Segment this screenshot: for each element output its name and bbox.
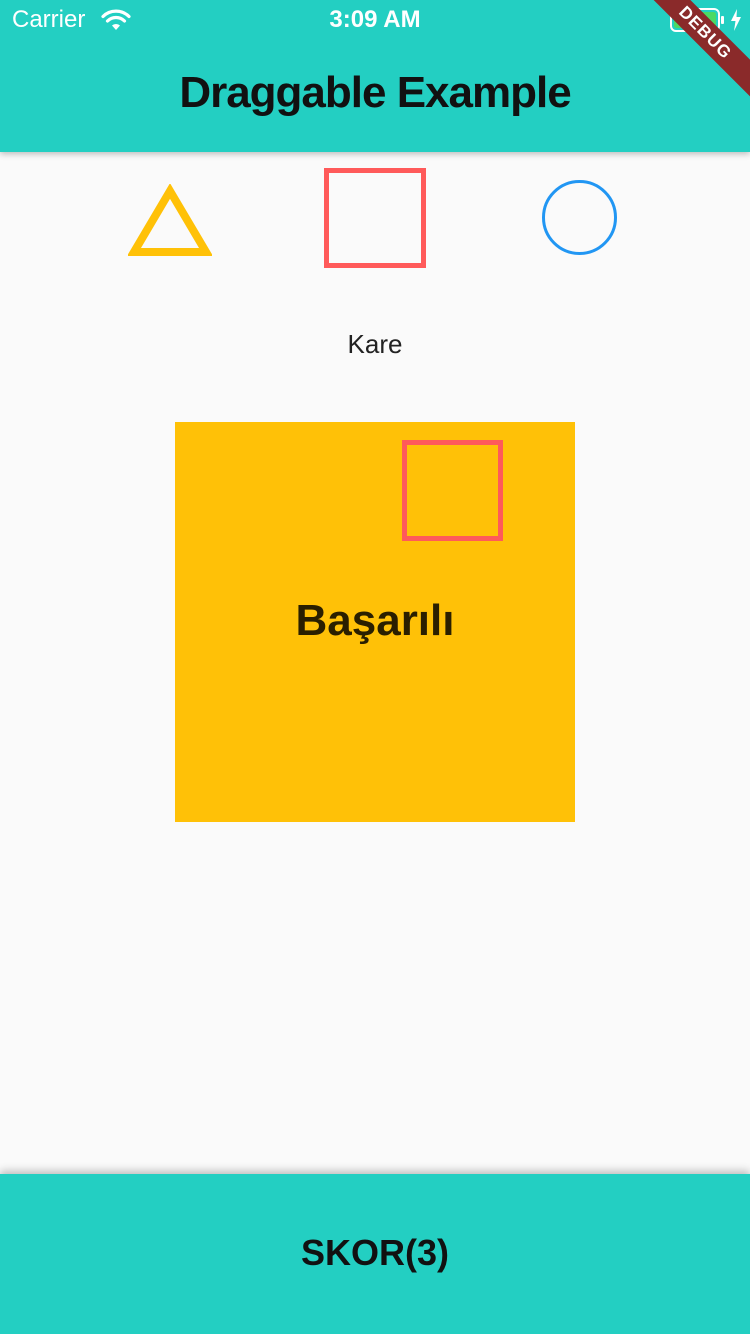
bottom-bar: SKOR(3) xyxy=(0,1174,750,1334)
debug-ribbon-label: DEBUG xyxy=(635,0,750,103)
score-label: SKOR(3) xyxy=(300,1232,449,1273)
dropped-square xyxy=(402,440,503,541)
result-text: Başarılı xyxy=(295,596,455,645)
circle-draggable[interactable] xyxy=(542,180,617,255)
triangle-draggable[interactable] xyxy=(128,184,212,256)
drag-target[interactable]: Başarılı xyxy=(175,422,575,822)
debug-banner: DEBUG xyxy=(630,0,750,120)
draggable-shapes-row xyxy=(0,160,750,275)
square-draggable[interactable] xyxy=(324,168,426,268)
target-shape-label: Kare xyxy=(347,329,403,359)
